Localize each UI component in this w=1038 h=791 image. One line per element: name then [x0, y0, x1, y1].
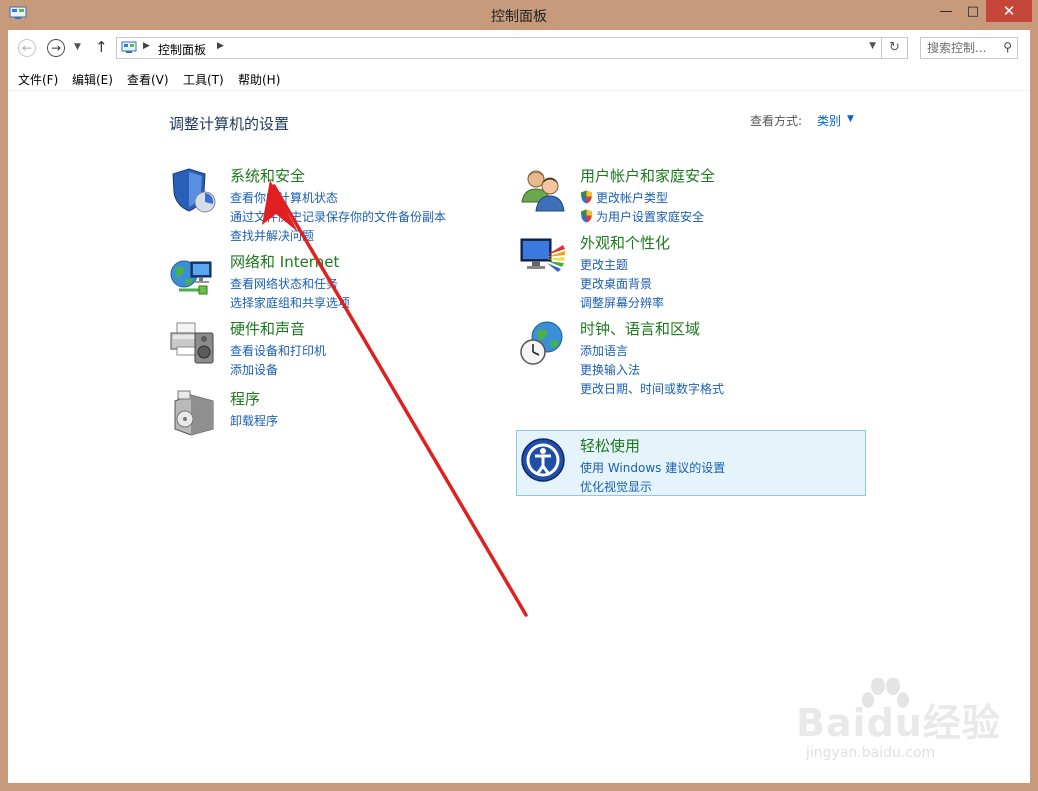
category-title-appearance[interactable]: 外观和个性化 [580, 232, 670, 253]
page-title: 调整计算机的设置 [169, 115, 290, 133]
view-by-label: 查看方式: [750, 114, 803, 128]
link-family-safety[interactable]: 为用户设置家庭安全 [580, 208, 704, 225]
link-add-device[interactable]: 添加设备 [230, 361, 278, 378]
address-bar[interactable]: ▶ 控制面板 ▶ ▼ [116, 37, 882, 59]
window-client-area: ← → ▼ ↑ ▶ 控制面板 ▶ ▼ ↻ ⚲ [8, 30, 1030, 783]
title-bar[interactable]: 控制面板 — □ ✕ [0, 0, 1038, 30]
category-title-programs[interactable]: 程序 [230, 388, 260, 409]
window-title: 控制面板 [491, 9, 547, 25]
category-title-ease-of-access[interactable]: 轻松使用 [580, 435, 640, 456]
view-by-chevron-down-icon[interactable]: ▼ [847, 114, 854, 124]
navigation-bar: ← → ▼ ↑ ▶ 控制面板 ▶ ▼ ↻ ⚲ [8, 30, 1030, 66]
view-by-dropdown[interactable]: 类别 [817, 112, 841, 129]
breadcrumb-separator-icon[interactable]: ▶ [143, 41, 150, 51]
search-icon[interactable]: ⚲ [1003, 40, 1012, 54]
category-title-user-accounts[interactable]: 用户帐户和家庭安全 [580, 165, 715, 186]
security-shield-icon[interactable] [169, 166, 217, 214]
menu-view[interactable]: 查看(V) [127, 71, 169, 88]
refresh-button[interactable]: ↻ [882, 37, 908, 59]
minimize-button[interactable]: — [932, 0, 960, 22]
programs-box-icon[interactable] [169, 389, 217, 437]
menu-bar: 文件(F) 编辑(E) 查看(V) 工具(T) 帮助(H) [8, 67, 1030, 91]
link-homegroup-sharing[interactable]: 选择家庭组和共享选项 [230, 294, 350, 311]
link-troubleshoot[interactable]: 查找并解决问题 [230, 227, 314, 244]
category-title-system-security[interactable]: 系统和安全 [230, 165, 305, 186]
link-label: 为用户设置家庭安全 [596, 210, 705, 224]
back-button[interactable]: ← [18, 39, 36, 57]
watermark-logo-text: Baidu经验 [796, 701, 1001, 745]
category-title-hardware-sound[interactable]: 硬件和声音 [230, 318, 305, 339]
forward-button[interactable]: → [47, 39, 65, 57]
uac-shield-icon [581, 209, 592, 223]
breadcrumb-control-panel[interactable]: 控制面板 [158, 41, 206, 58]
uac-shield-icon [581, 190, 592, 204]
watermark-url: jingyan.baidu.com [806, 745, 936, 761]
up-arrow-icon[interactable]: ↑ [95, 38, 108, 56]
menu-help[interactable]: 帮助(H) [238, 71, 280, 88]
category-title-network-internet[interactable]: 网络和 Internet [230, 251, 339, 272]
breadcrumb-separator-icon[interactable]: ▶ [217, 41, 224, 51]
maximize-button[interactable]: □ [960, 0, 986, 22]
control-panel-icon [121, 41, 137, 53]
search-input[interactable] [921, 38, 1001, 58]
link-change-desktop-background[interactable]: 更改桌面背景 [580, 275, 652, 292]
printer-speaker-icon[interactable] [169, 319, 217, 367]
link-change-account-type[interactable]: 更改帐户类型 [580, 189, 668, 206]
users-icon[interactable] [519, 166, 567, 214]
link-change-theme[interactable]: 更改主题 [580, 256, 628, 273]
network-globe-icon[interactable] [169, 252, 217, 300]
menu-edit[interactable]: 编辑(E) [72, 71, 113, 88]
link-uninstall-program[interactable]: 卸载程序 [230, 412, 278, 429]
search-box[interactable]: ⚲ [920, 37, 1018, 59]
menu-file[interactable]: 文件(F) [18, 71, 58, 88]
link-label: 更改帐户类型 [596, 191, 669, 205]
link-optimize-visual-display[interactable]: 优化视觉显示 [580, 478, 652, 495]
link-view-computer-status[interactable]: 查看你的计算机状态 [230, 189, 338, 206]
link-file-history-backup[interactable]: 通过文件历史记录保存你的文件备份副本 [230, 208, 446, 225]
category-title-clock-language-region[interactable]: 时钟、语言和区域 [580, 318, 700, 339]
ease-of-access-icon[interactable] [519, 436, 567, 484]
link-recommended-settings[interactable]: 使用 Windows 建议的设置 [580, 459, 725, 476]
link-change-date-time-format[interactable]: 更改日期、时间或数字格式 [580, 380, 724, 397]
address-dropdown-chevron-down-icon[interactable]: ▼ [869, 41, 876, 51]
link-network-status-tasks[interactable]: 查看网络状态和任务 [230, 275, 338, 292]
link-change-input-method[interactable]: 更换输入法 [580, 361, 640, 378]
link-devices-printers[interactable]: 查看设备和打印机 [230, 342, 326, 359]
clock-globe-icon[interactable] [519, 319, 567, 367]
control-panel-window: 控制面板 — □ ✕ ← → ▼ ↑ ▶ 控制面板 ▶ ▼ ↻ 搜索控制... … [0, 0, 1038, 791]
recent-locations-chevron-down-icon[interactable]: ▼ [74, 42, 81, 52]
link-add-language[interactable]: 添加语言 [580, 342, 628, 359]
link-adjust-resolution[interactable]: 调整屏幕分辨率 [580, 294, 664, 311]
menu-tools[interactable]: 工具(T) [183, 71, 224, 88]
appearance-monitor-icon[interactable] [519, 233, 567, 281]
close-button[interactable]: ✕ [986, 0, 1032, 22]
